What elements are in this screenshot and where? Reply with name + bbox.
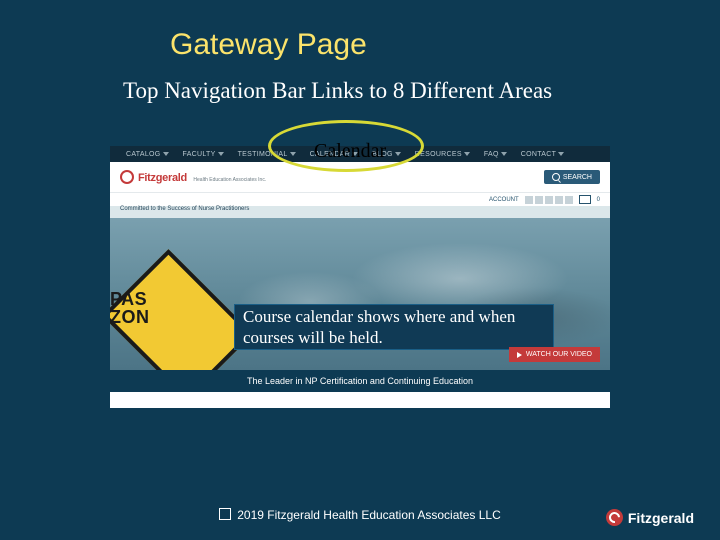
- logo-swirl-icon: [120, 170, 134, 184]
- social-icons: [525, 196, 573, 204]
- site-logo[interactable]: Fitzgerald Health Education Associates I…: [120, 168, 266, 186]
- play-icon: [517, 352, 522, 358]
- calendar-callout: Calendar: [314, 140, 386, 163]
- search-label: SEARCH: [563, 174, 592, 181]
- social-icon[interactable]: [525, 196, 533, 204]
- social-icon[interactable]: [535, 196, 543, 204]
- nav-item-resources[interactable]: RESOURCES: [415, 151, 470, 158]
- chevron-down-icon: [464, 152, 470, 156]
- logo-swirl-icon: [606, 509, 623, 526]
- site-tagline: Committed to the Success of Nurse Practi…: [120, 206, 249, 212]
- hero-caption-bar: The Leader in NP Certification and Conti…: [110, 370, 610, 392]
- brand-sub: Health Education Associates Inc.: [193, 177, 266, 183]
- footer-brand: Fitzgerald: [628, 510, 694, 526]
- slide-title: Gateway Page: [170, 28, 367, 62]
- nav-item-faculty[interactable]: FACULTY: [183, 151, 224, 158]
- chevron-down-icon: [558, 152, 564, 156]
- cart-count: 0: [597, 197, 600, 203]
- embedded-screenshot: CATALOG FACULTY TESTIMONIAL CALENDAR BLO…: [110, 146, 610, 408]
- brand-name: Fitzgerald: [138, 172, 187, 184]
- social-icon[interactable]: [565, 196, 573, 204]
- slide-subtitle: Top Navigation Bar Links to 8 Different …: [123, 78, 552, 104]
- search-button[interactable]: SEARCH: [544, 170, 600, 184]
- social-icon[interactable]: [555, 196, 563, 204]
- search-icon: [552, 173, 560, 181]
- hero-area: PAS ZON Course calendar shows where and …: [110, 218, 610, 370]
- account-bar: ACCOUNT 0: [110, 192, 610, 206]
- chevron-down-icon: [501, 152, 507, 156]
- road-sign: PAS ZON: [118, 258, 222, 338]
- watch-video-button[interactable]: WATCH OUR VIDEO: [509, 347, 600, 362]
- chevron-down-icon: [163, 152, 169, 156]
- thumbnail-strip: [110, 392, 610, 408]
- chevron-down-icon: [218, 152, 224, 156]
- nav-item-catalog[interactable]: CATALOG: [126, 151, 169, 158]
- nav-item-faq[interactable]: FAQ: [484, 151, 507, 158]
- social-icon[interactable]: [545, 196, 553, 204]
- footer-logo: Fitzgerald: [606, 509, 694, 526]
- description-box: Course calendar shows where and when cou…: [234, 304, 554, 350]
- copyright-box-icon: [219, 508, 231, 520]
- account-link[interactable]: ACCOUNT: [489, 197, 519, 203]
- slide: Gateway Page Top Navigation Bar Links to…: [0, 0, 720, 540]
- sign-text: PAS ZON: [110, 290, 206, 326]
- cart-icon[interactable]: [579, 195, 591, 204]
- watch-label: WATCH OUR VIDEO: [526, 351, 592, 358]
- nav-item-contact[interactable]: CONTACT: [521, 151, 564, 158]
